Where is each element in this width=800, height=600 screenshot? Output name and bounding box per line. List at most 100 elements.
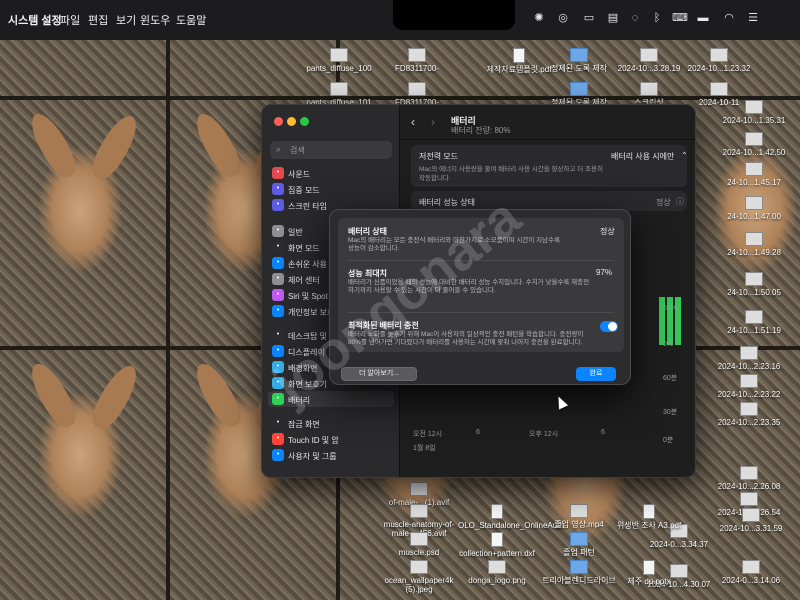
bluetooth-icon[interactable]: ᛒ (650, 12, 664, 24)
desktop-file-label: 위생반 조사 A3.pdf (616, 521, 682, 530)
screen-mirroring-icon[interactable]: ▤ (606, 12, 620, 24)
image-file-icon (710, 82, 728, 96)
desktop-file-icon[interactable]: 트리아블렌디드라이브 (540, 560, 618, 585)
desktop-file-icon[interactable]: donga_logo.png (458, 560, 536, 585)
battery-status-label: 배터리 상태 (348, 227, 388, 236)
lock-icon: • (272, 417, 284, 429)
menu-app-name[interactable]: 시스템 설정 (8, 12, 62, 28)
desktop-file-icon[interactable]: 2024-10...2.23.35 (710, 402, 788, 427)
desktop-file-icon[interactable]: 2024-10...2.26.08 (710, 466, 788, 491)
desktop-file-icon[interactable]: 2024-10...2.23.16 (710, 346, 788, 371)
image-file-icon (410, 532, 428, 546)
desktop-file-label: 2024-10...2.23.35 (717, 418, 781, 427)
desktop-file-icon[interactable]: 24-10...1.51.19 (715, 310, 793, 335)
desktop-file-icon[interactable]: 2024-10...2.23.22 (710, 374, 788, 399)
users-icon: • (272, 449, 284, 461)
desktop-file-icon[interactable]: 위생반 조사 A3.pdf (610, 504, 688, 530)
info-icon[interactable]: ⓘ (676, 196, 684, 207)
desktop-file-icon[interactable]: OLO_Standalone_OnlineAuth (458, 504, 564, 530)
settings-search-input[interactable]: ⌕ 검색 (270, 141, 392, 159)
image-file-icon (408, 82, 426, 96)
desktop-file-icon[interactable]: 2024-10...3.28.19 (610, 48, 688, 73)
sidebar-item-label: 잠금 화면 (288, 420, 320, 429)
done-button[interactable]: 완료 (576, 367, 616, 381)
sound-icon: • (272, 167, 284, 179)
desktop-file-label: 24-10...1.47.00 (727, 212, 781, 221)
desktop-file-icon[interactable]: 2024-10...1.23.32 (680, 48, 758, 73)
menu-window[interactable]: 윈도우 (140, 12, 170, 28)
close-window-button[interactable] (274, 117, 283, 126)
desktop-file-icon[interactable]: ocean_wallpaper4k (5).jpeg (380, 560, 458, 594)
display-icon[interactable]: ▭ (582, 12, 596, 24)
chatgpt-icon[interactable]: ✺ (532, 12, 546, 24)
sidebar-item-label: 사용자 및 그룹 (288, 452, 337, 461)
image-file-icon (408, 48, 426, 62)
sidebar-item-label: Siri 및 Spot (288, 292, 328, 301)
desktop-file-icon[interactable]: 졸업 영상.mp4 (540, 504, 618, 529)
sidebar-item[interactable]: • Touch ID 및 암 (268, 431, 394, 447)
desktop-file-label: 2024-10...1.42.50 (722, 148, 786, 157)
back-button[interactable]: ‹ (411, 115, 415, 129)
desktop-file-icon[interactable]: muscle.psd (380, 532, 458, 557)
menu-view[interactable]: 보기 (116, 12, 136, 28)
control-center-icon[interactable]: ☰ (746, 12, 760, 24)
sidebar-item[interactable]: • 사용자 및 그룹 (268, 447, 394, 463)
image-file-icon (330, 48, 348, 62)
sidebar-item[interactable]: • 잠금 화면 (268, 415, 394, 431)
battery-menu-icon[interactable]: ▬ (696, 12, 710, 24)
desktop-file-icon[interactable]: collection+pattern.dxf (458, 532, 536, 558)
header-divider (401, 139, 695, 140)
sidebar-item-label: Touch ID 및 암 (288, 436, 339, 445)
creative-cloud-icon[interactable]: ◎ (556, 12, 570, 24)
y2-axis-label: 60분 (663, 375, 678, 382)
keyboard-icon[interactable]: ⌨ (672, 12, 688, 24)
desktop-file-icon[interactable]: 졸업 패턴 (540, 532, 618, 557)
menu-bar-shadow (0, 30, 800, 40)
desktop-file-icon[interactable]: 24-10...1.47.00 (715, 196, 793, 221)
desktop-file-icon[interactable]: FD8311700- (378, 48, 456, 73)
desktop-file-icon[interactable]: 24-10...1.45.17 (715, 162, 793, 187)
desktop-file-icon[interactable]: 2024-0...3.14.06 (712, 560, 790, 585)
menu-file[interactable]: 파일 (60, 12, 80, 28)
desktop-file-icon[interactable]: 2024-10...1.42.50 (715, 132, 793, 157)
desktop-file-icon[interactable]: 24-10...1.49.28 (715, 232, 793, 257)
image-file-icon (745, 272, 763, 286)
image-file-icon (745, 100, 763, 114)
wifi-icon[interactable]: ◠ (722, 12, 736, 24)
minimize-window-button[interactable] (287, 117, 296, 126)
image-file-icon (740, 466, 758, 480)
desktop-file-icon[interactable]: 2024-10...3.31.59 (712, 508, 790, 533)
low-power-label: 저전력 모드 (419, 152, 459, 161)
focus-icon: • (272, 183, 284, 195)
image-file-icon (330, 82, 348, 96)
toggle-knob (608, 322, 617, 331)
battery-health-row[interactable]: 배터리 성능 상태 정상 ⓘ (411, 191, 687, 211)
menu-edit[interactable]: 편집 (88, 12, 108, 28)
x-axis-label: 6 (601, 429, 605, 436)
desktop-file-icon[interactable]: 2024-10...1.35.31 (715, 100, 793, 125)
forward-button[interactable]: › (431, 115, 435, 129)
desktop-file-icon[interactable]: 24-10...1.50.05 (715, 272, 793, 297)
desktop-file-label: collection+pattern.dxf (459, 549, 535, 558)
desktop-file-label: 24-10...1.45.17 (727, 178, 781, 187)
desktop-file-icon[interactable]: 정제된 도록 제작 (540, 48, 618, 73)
appearance-icon: • (272, 241, 284, 253)
zoom-window-button[interactable] (300, 117, 309, 126)
desktop-file-label: pants_diffuse_100 (306, 64, 372, 73)
desktop-file-icon[interactable]: 제주 dp.pptx (610, 560, 688, 586)
image-file-icon (410, 482, 428, 496)
messages-icon[interactable]: ◌ (628, 12, 642, 24)
sidebar-item[interactable]: • 사운드 (268, 165, 394, 181)
menu-help[interactable]: 도움말 (176, 12, 206, 28)
sidebar-item[interactable]: • 집중 모드 (268, 181, 394, 197)
low-power-select[interactable]: 배터리 사용 시에만 (611, 151, 674, 162)
desktop-file-label: 졸업 패턴 (563, 548, 595, 557)
kangaroo-ear (86, 110, 144, 184)
search-placeholder: 검색 (290, 146, 305, 155)
x-axis-label: 6 (476, 429, 480, 436)
kangaroo-ear (86, 360, 144, 434)
image-file-icon (570, 504, 588, 518)
image-file-icon (488, 560, 506, 574)
desktop-file-label: ocean_wallpaper4k (5).jpeg (384, 576, 454, 594)
desktop-file-icon[interactable]: pants_diffuse_100 (300, 48, 378, 73)
